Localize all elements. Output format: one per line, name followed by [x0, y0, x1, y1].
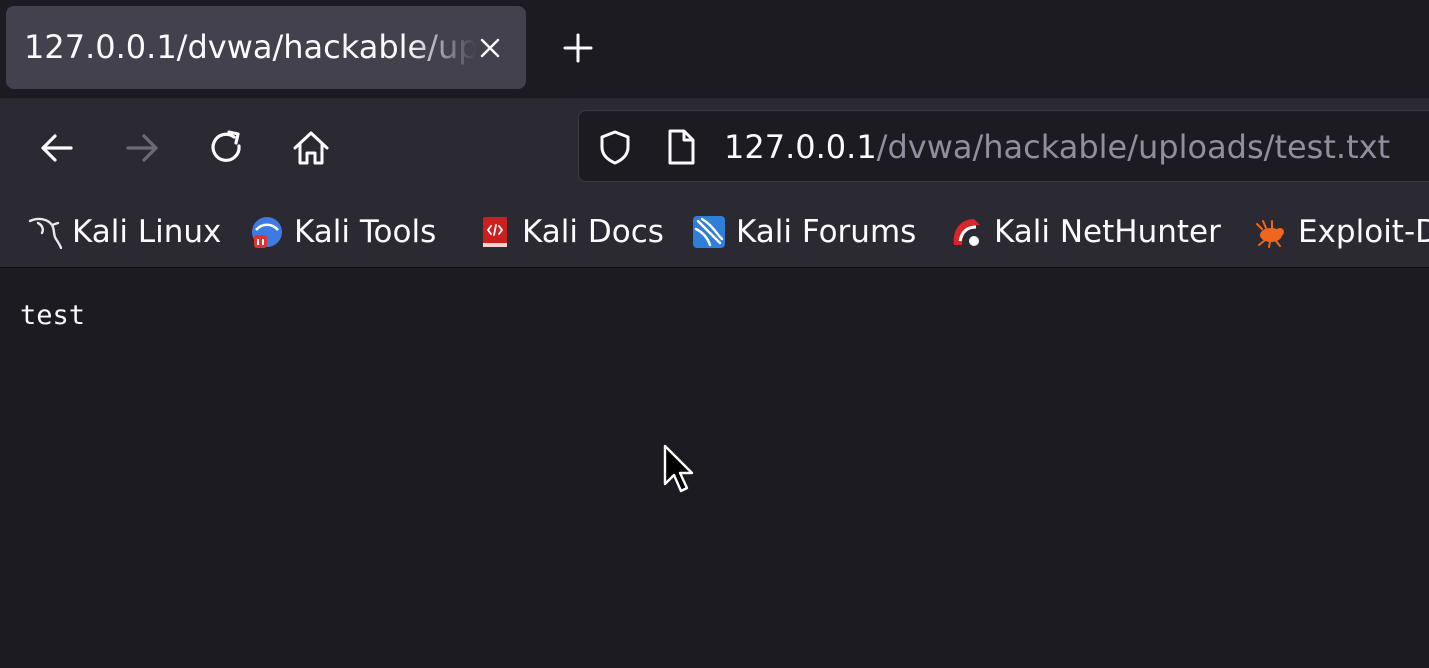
reload-icon[interactable]	[205, 126, 249, 170]
bookmark-kali-forums[interactable]: Kali Forums	[692, 198, 916, 266]
nav-toolbar: 127.0.0.1/dvwa/hackable/uploads/test.txt	[0, 98, 1429, 198]
bookmark-label: Kali NetHunter	[994, 214, 1221, 250]
bookmark-exploit-db[interactable]: Exploit-DB	[1254, 198, 1429, 266]
bookmark-label: Kali Docs	[522, 214, 664, 250]
mouse-pointer-icon	[663, 444, 694, 493]
bookmark-label: Kali Tools	[294, 214, 437, 250]
page-icon[interactable]	[663, 127, 699, 167]
kali-dragon-icon	[28, 217, 62, 249]
kali-tools-icon	[252, 217, 282, 248]
kali-nethunter-icon	[953, 219, 980, 246]
active-tab[interactable]: 127.0.0.1/dvwa/hackable/uploads/test.txt	[6, 6, 526, 89]
bookmark-kali-nethunter[interactable]: Kali NetHunter	[950, 198, 1221, 266]
close-tab-icon[interactable]	[474, 32, 506, 64]
tab-strip: 127.0.0.1/dvwa/hackable/uploads/test.txt	[0, 0, 1429, 98]
bookmark-kali-tools[interactable]: Kali Tools	[250, 198, 436, 266]
file-content-text: test	[20, 300, 86, 331]
bookmarks-toolbar: Kali Linux Kali Tools Kali Docs Kali For…	[0, 198, 1429, 268]
bookmark-label: Kali Linux	[72, 214, 222, 250]
new-tab-icon[interactable]	[558, 28, 598, 68]
page-content: test	[0, 268, 1429, 668]
url-host: 127.0.0.1	[724, 128, 877, 166]
url-path: /dvwa/hackable/uploads/test.txt	[876, 128, 1391, 166]
url-bar[interactable]: 127.0.0.1/dvwa/hackable/uploads/test.txt	[578, 110, 1429, 182]
forward-arrow-icon[interactable]	[120, 126, 164, 170]
home-icon[interactable]	[289, 126, 333, 170]
shield-icon[interactable]	[595, 127, 635, 167]
url-text[interactable]: 127.0.0.1/dvwa/hackable/uploads/test.txt	[724, 111, 1390, 183]
bookmark-label: Kali Forums	[736, 214, 917, 250]
kali-docs-icon	[483, 217, 507, 247]
bookmark-kali-linux[interactable]: Kali Linux	[28, 198, 221, 266]
bookmark-label: Exploit-DB	[1298, 214, 1429, 250]
tab-title: 127.0.0.1/dvwa/hackable/uploads/test.txt	[24, 28, 476, 66]
exploit-db-icon	[1256, 220, 1284, 248]
bookmark-kali-docs[interactable]: Kali Docs	[478, 198, 664, 266]
kali-forums-icon	[693, 216, 725, 248]
back-arrow-icon[interactable]	[35, 126, 79, 170]
browser-window: 127.0.0.1/dvwa/hackable/uploads/test.txt	[0, 0, 1429, 668]
